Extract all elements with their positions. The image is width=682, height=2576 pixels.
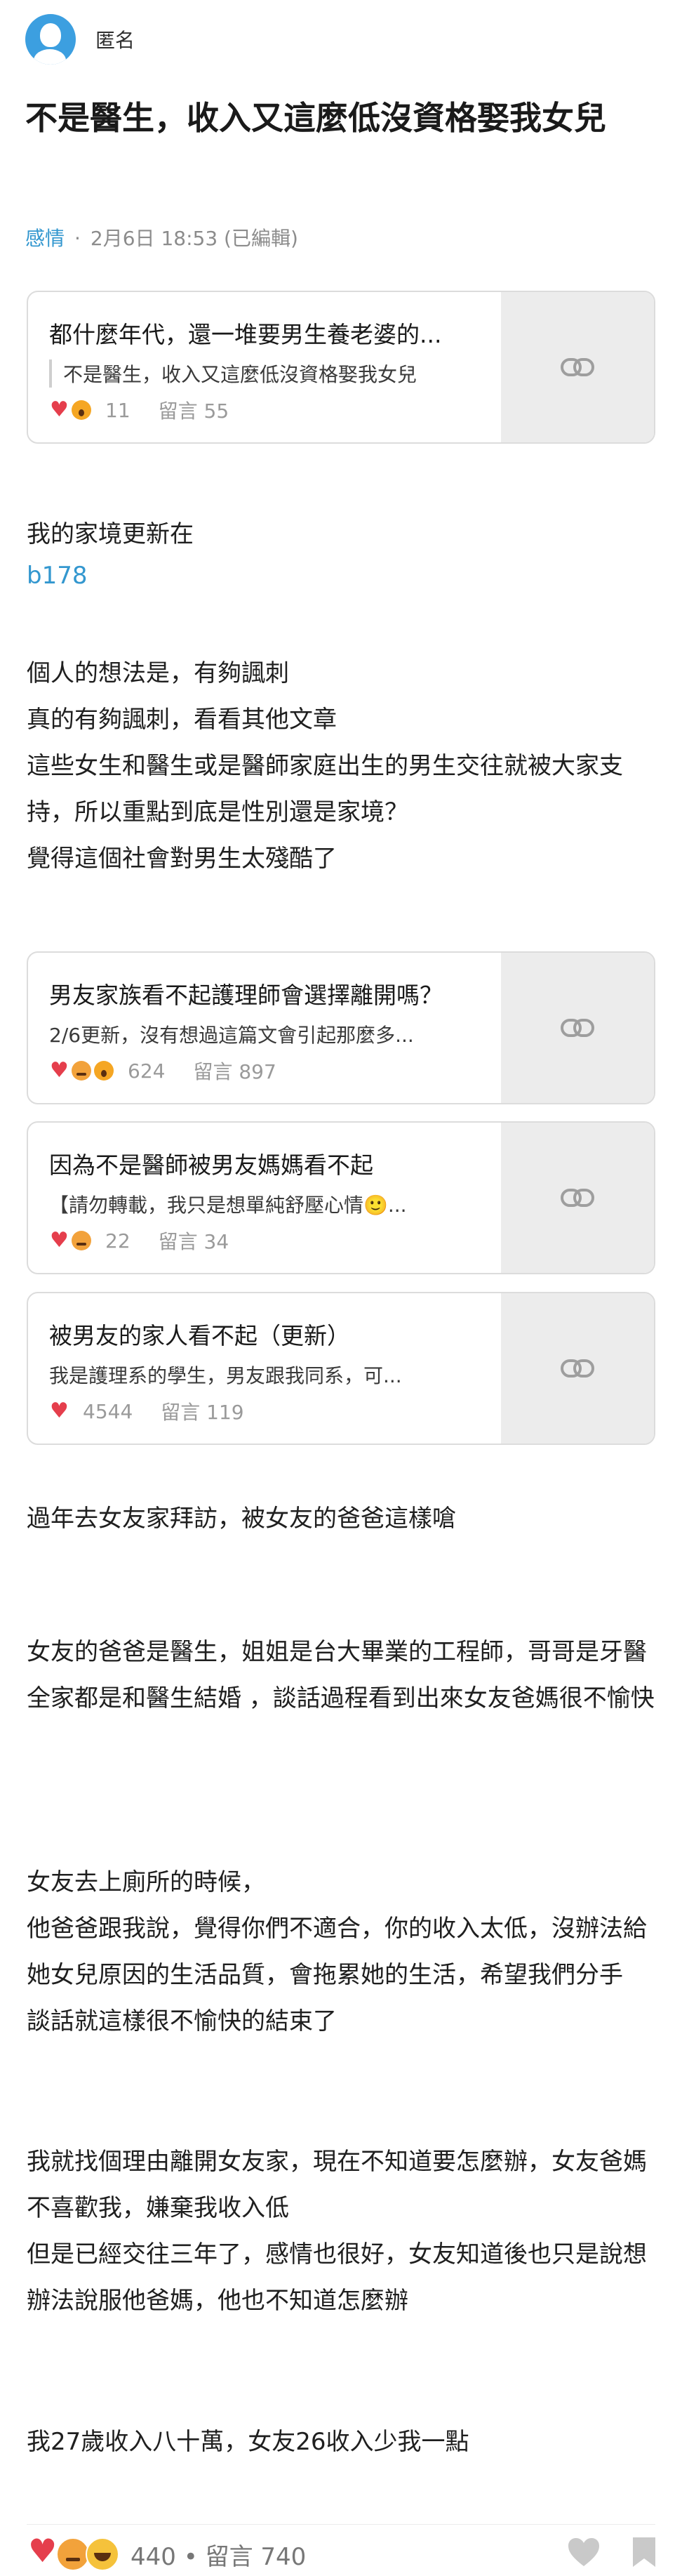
body-text: 我就找個理由離開女友家，現在不知道要怎麼辦，女友爸媽不喜歡我，嫌棄我收入低 但是… [27, 2148, 647, 2315]
link-icon [561, 1189, 594, 1207]
angry-reaction-icon [72, 1231, 91, 1250]
angry-reaction-icon [56, 2537, 90, 2571]
link-icon [561, 1359, 594, 1378]
comment-count: 留言 119 [161, 1401, 244, 1424]
reaction-count: 4544 [83, 1399, 133, 1423]
body-text: 過年去女友家拜訪，被女友的爸爸這樣嗆 [27, 1505, 456, 1533]
footer-stats-text: 440 • 留言 740 [131, 2542, 307, 2571]
link-thumbnail [501, 1123, 654, 1273]
post-meta: 感情 · 2月6日 18:53 (已編輯) [25, 223, 298, 251]
wow-reaction-icon [94, 1061, 114, 1081]
like-heart-icon[interactable] [567, 2537, 601, 2568]
card-excerpt: 【請勿轉載，我只是想單純舒壓心情🙂... [49, 1194, 407, 1217]
comment-count: 留言 897 [193, 1060, 276, 1083]
card-excerpt: 不是醫生，收入又這麼低沒資格娶我女兒 [49, 359, 501, 388]
link-icon [561, 358, 594, 376]
author-row[interactable]: 匿名 [25, 14, 135, 65]
linked-post-card[interactable]: 男友家族看不起護理師會選擇離開嗎？ 2/6更新，沒有想過這篇文會引起那麼多...… [27, 951, 655, 1104]
content-link[interactable]: b178 [27, 562, 87, 590]
link-thumbnail [501, 292, 654, 442]
laugh-reaction-icon [86, 2537, 119, 2571]
card-stats: 624 留言 897 [49, 1057, 276, 1085]
linked-post-card[interactable]: 被男友的家人看不起（更新） 我是護理系的學生，男友跟我同系，可... 4544 … [27, 1292, 655, 1445]
angry-reaction-icon [72, 1061, 91, 1081]
heart-reaction-icon [49, 1058, 69, 1083]
card-stats: 22 留言 34 [49, 1227, 229, 1255]
heart-reaction-icon [49, 397, 69, 422]
link-icon [561, 1019, 594, 1037]
comment-count: 留言 34 [158, 1230, 229, 1253]
wow-reaction-icon [72, 400, 91, 420]
body-text: 女友去上廁所的時候， 他爸爸跟我說，覺得你們不適合，你的收入太低，沒辦法給她女兒… [27, 1868, 647, 2035]
heart-reaction-icon [49, 1399, 69, 1423]
post-title: 不是醫生，收入又這麼低沒資格娶我女兒 [25, 99, 606, 137]
category-link[interactable]: 感情 [25, 227, 65, 250]
footer-actions [567, 2536, 657, 2568]
post-date: 2月6日 18:53 (已編輯) [90, 227, 298, 250]
card-stats: 4544 留言 119 [49, 1397, 244, 1425]
author-name: 匿名 [95, 29, 135, 52]
card-excerpt: 2/6更新，沒有想過這篇文會引起那麼多... [49, 1024, 414, 1047]
heart-reaction-icon [27, 2532, 60, 2571]
reaction-count: 11 [105, 398, 131, 422]
footer-divider [27, 2524, 655, 2525]
link-thumbnail [501, 953, 654, 1103]
reaction-count: 22 [105, 1229, 131, 1253]
card-title: 因為不是醫師被男友媽媽看不起 [49, 1151, 373, 1179]
avatar[interactable] [25, 14, 76, 65]
linked-post-card[interactable]: 因為不是醫師被男友媽媽看不起 【請勿轉載，我只是想單純舒壓心情🙂... 22 留… [27, 1121, 655, 1274]
body-text: 我27歲收入八十萬，女友26收入少我一點 [27, 2428, 469, 2456]
card-stats: 11 留言 55 [49, 396, 229, 424]
linked-post-card[interactable]: 都什麼年代，還一堆要男生養老婆的... 不是醫生，收入又這麼低沒資格娶我女兒 1… [27, 291, 655, 444]
comment-count: 留言 55 [158, 399, 229, 423]
card-title: 被男友的家人看不起（更新） [49, 1322, 350, 1349]
card-title: 都什麼年代，還一堆要男生養老婆的... [49, 321, 442, 348]
heart-reaction-icon [49, 1228, 69, 1253]
body-text: 我的家境更新在 [27, 520, 194, 548]
bookmark-icon[interactable] [631, 2536, 657, 2568]
meta-separator: · [74, 227, 81, 250]
reaction-count: 624 [128, 1059, 166, 1083]
card-title: 男友家族看不起護理師會選擇離開嗎？ [49, 982, 443, 1009]
body-text: 女友的爸爸是醫生，姐姐是台大畢業的工程師，哥哥是牙醫 全家都是和醫生結婚 ，談話… [27, 1638, 655, 1712]
body-text: 個人的想法是，有夠諷刺 真的有夠諷刺，看看其他文章 這些女生和醫生或是醫師家庭出… [27, 659, 623, 873]
post-footer-stats[interactable]: 440 • 留言 740 [27, 2532, 307, 2575]
card-excerpt: 我是護理系的學生，男友跟我同系，可... [49, 1364, 402, 1387]
link-thumbnail [501, 1293, 654, 1444]
